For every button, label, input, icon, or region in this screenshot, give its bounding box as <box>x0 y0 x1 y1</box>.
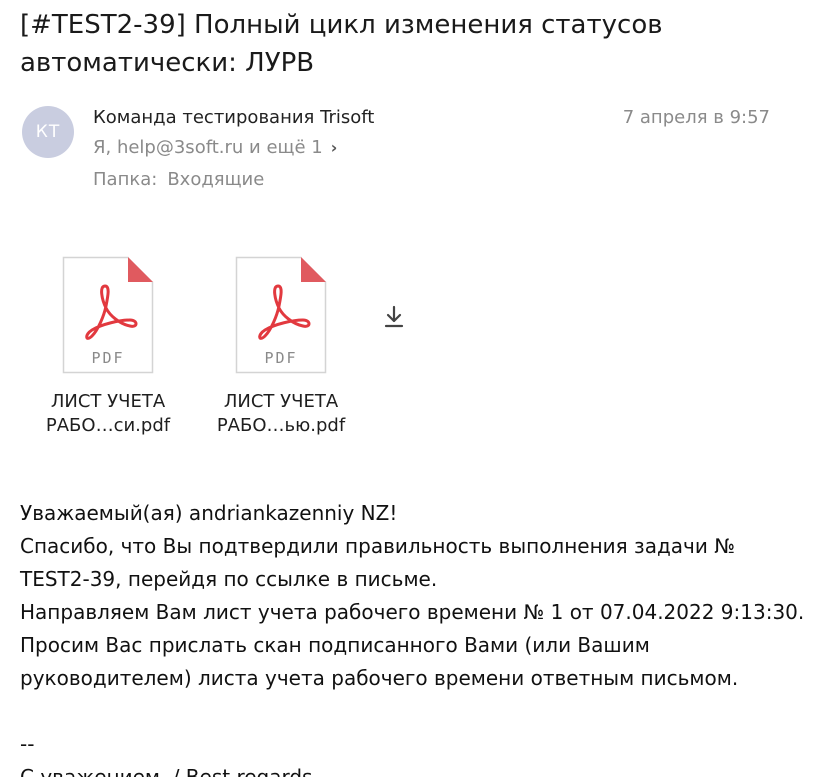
signature-separator: -- <box>20 732 35 756</box>
attachment-name: ЛИСТ УЧЕТА РАБО…ью.pdf <box>206 390 356 438</box>
folder-info: Папка: Входящие <box>93 168 264 192</box>
attachment-name-line2: РАБО…ью.pdf <box>216 415 346 436</box>
pdf-label: PDF <box>91 349 124 367</box>
recipients-toggle[interactable]: Я, help@3soft.ru и ещё 1 › <box>93 136 337 160</box>
email-body: Уважаемый(ая) andriankazenniy NZ! Спасиб… <box>20 497 810 777</box>
email-date: 7 апреля в 9:57 <box>622 107 770 128</box>
attachment-name-line2: РАБО…си.pdf <box>45 415 171 436</box>
folder-value: Входящие <box>167 169 265 190</box>
folder-label: Папка: <box>93 169 158 190</box>
sender-avatar[interactable]: КТ <box>22 106 74 158</box>
attachment-name-line1: ЛИСТ УЧЕТА <box>223 391 339 412</box>
signature-closing: С уважением, / Best regards, <box>20 765 319 777</box>
chevron-right-icon: › <box>330 138 338 157</box>
download-icon[interactable] <box>380 303 408 331</box>
attachment-name: ЛИСТ УЧЕТА РАБО…си.pdf <box>33 390 183 438</box>
sender-name[interactable]: Команда тестирования Trisoft <box>93 106 374 130</box>
body-paragraph-2: Направляем Вам лист учета рабочего време… <box>20 600 805 690</box>
pdf-icon: PDF <box>235 256 327 374</box>
recipients-text: Я, help@3soft.ru и ещё 1 <box>93 137 323 158</box>
attachment-1[interactable]: PDF ЛИСТ УЧЕТА РАБО…си.pdf <box>33 256 183 438</box>
body-paragraph-1: Спасибо, что Вы подтвердили правильность… <box>20 534 735 591</box>
body-greeting: Уважаемый(ая) andriankazenniy NZ! <box>20 501 398 525</box>
avatar-initials: КТ <box>35 122 61 142</box>
pdf-icon: PDF <box>62 256 154 374</box>
attachment-name-line1: ЛИСТ УЧЕТА <box>50 391 166 412</box>
email-subject: [#TEST2-39] Полный цикл изменения статус… <box>20 10 663 78</box>
attachment-2[interactable]: PDF ЛИСТ УЧЕТА РАБО…ью.pdf <box>206 256 356 438</box>
pdf-label: PDF <box>264 349 297 367</box>
